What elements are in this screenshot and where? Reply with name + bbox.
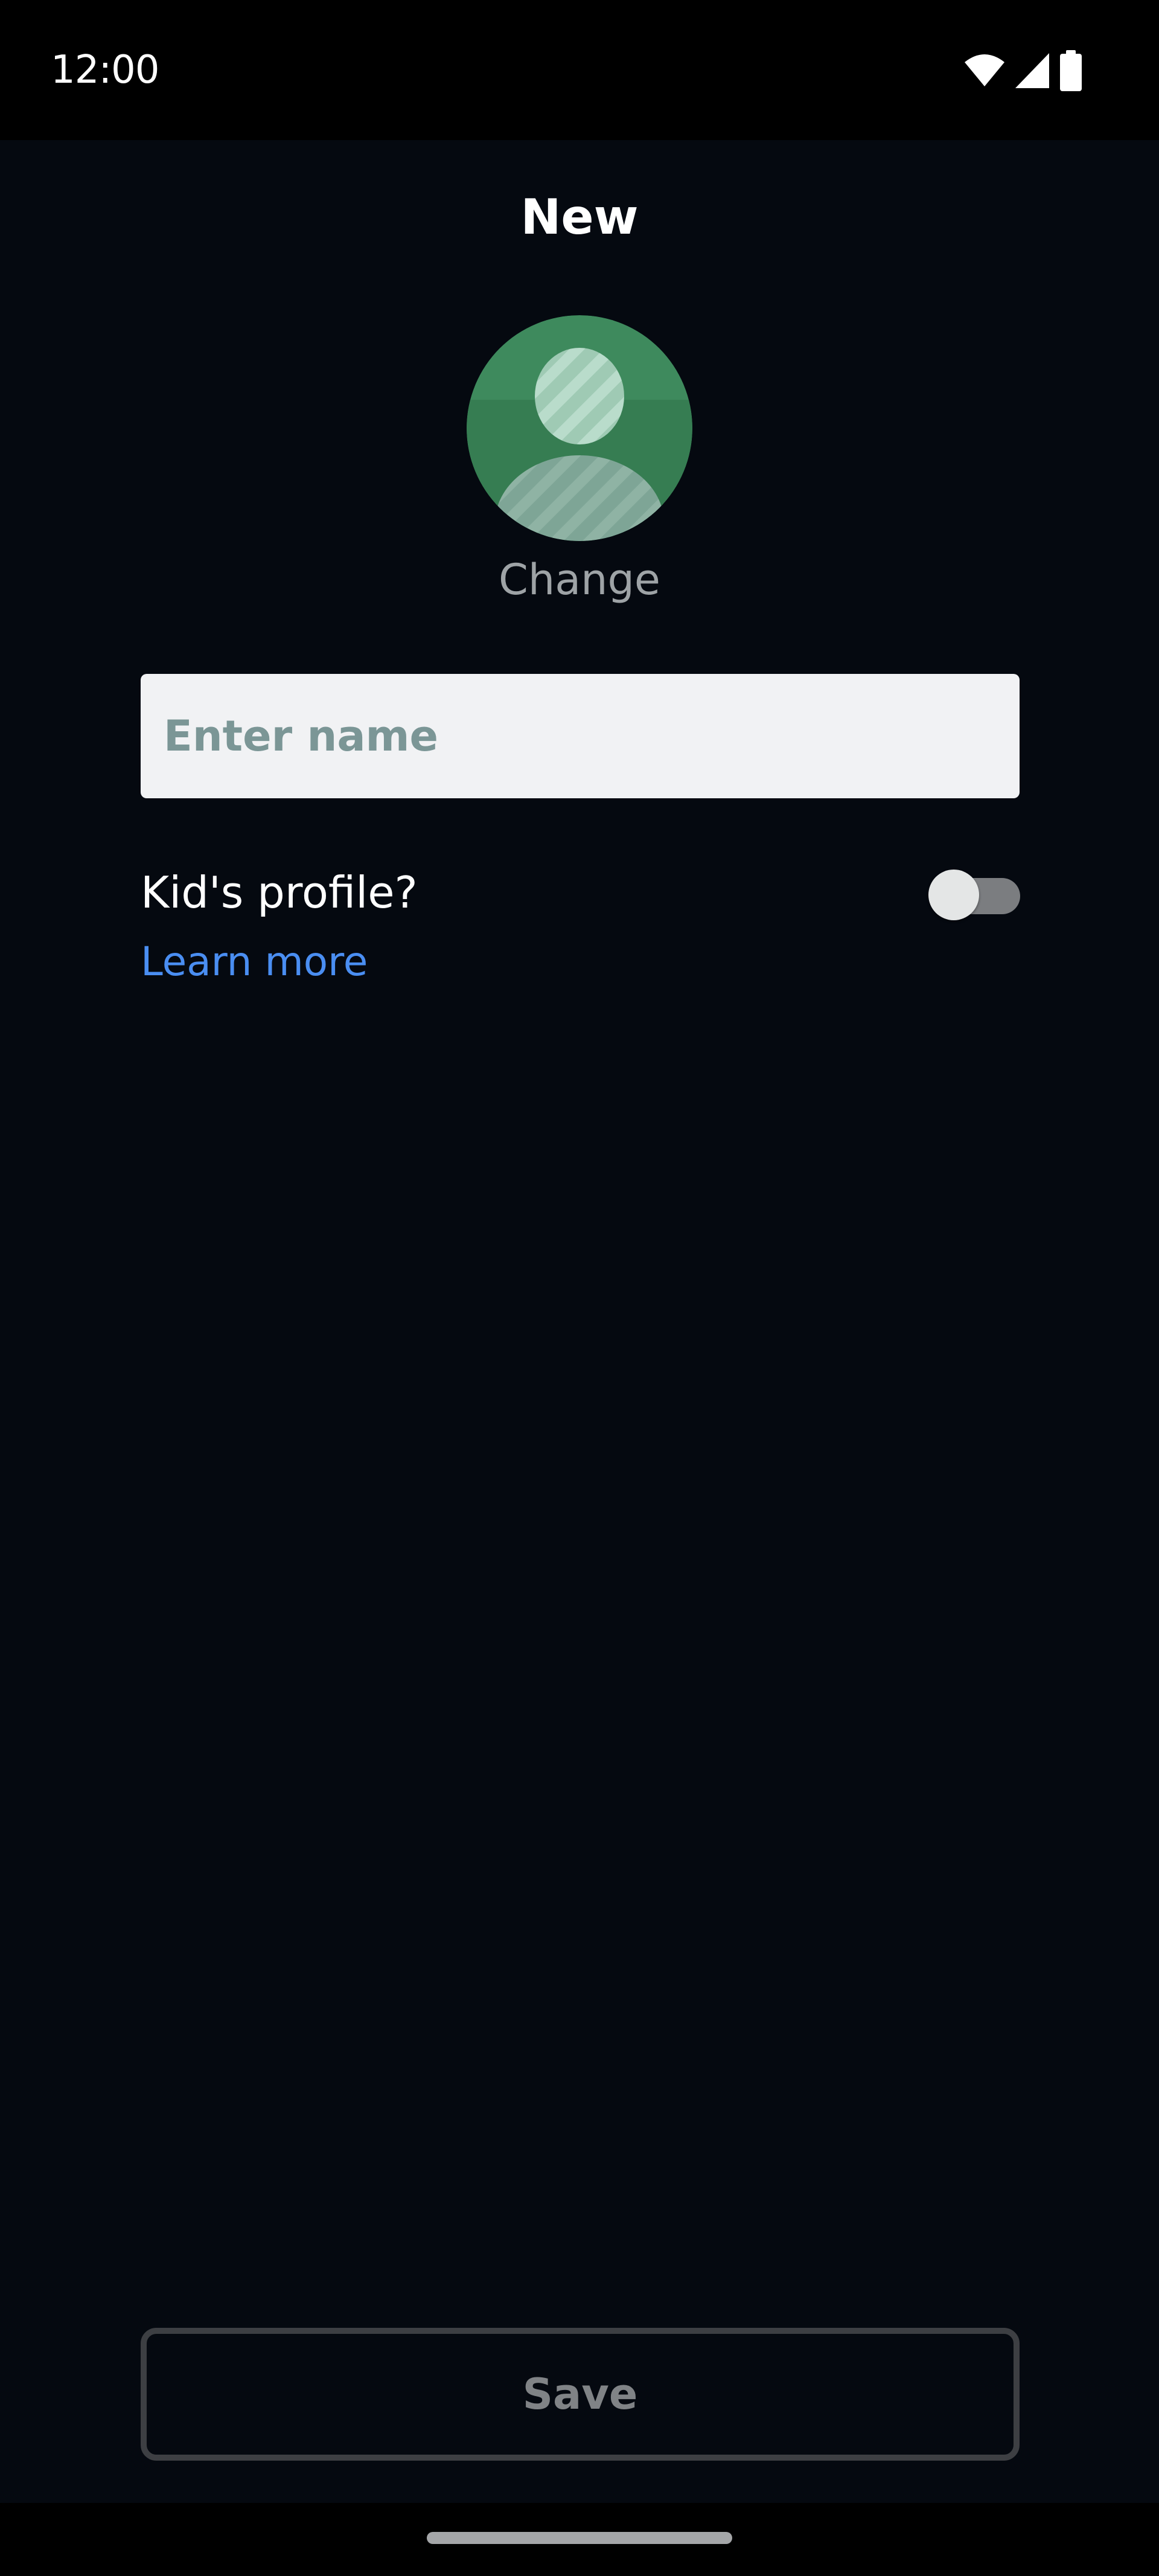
status-bar: 12:00 [0,0,1159,140]
save-button[interactable]: Save [141,2328,1020,2461]
change-avatar-button[interactable]: Change [0,553,1159,607]
page-title: New [520,189,639,245]
status-icons [965,50,1082,92]
navigation-bar [0,2503,1159,2576]
cellular-signal-icon [1015,53,1049,88]
toggle-knob [928,870,979,920]
learn-more-link[interactable]: Learn more [141,935,368,989]
battery-icon [1060,50,1082,91]
status-time: 12:00 [51,48,159,92]
kids-profile-label: Kid's profile? [141,867,418,918]
person-avatar-icon [467,315,692,541]
edit-profile-screen: 12:00 New Change Enter name Kid's profil… [0,0,1159,2576]
avatar[interactable] [467,315,692,541]
name-input[interactable] [141,674,1020,798]
kids-profile-toggle[interactable] [928,862,1020,920]
home-indicator[interactable] [427,2532,732,2544]
wifi-icon [965,54,1004,88]
